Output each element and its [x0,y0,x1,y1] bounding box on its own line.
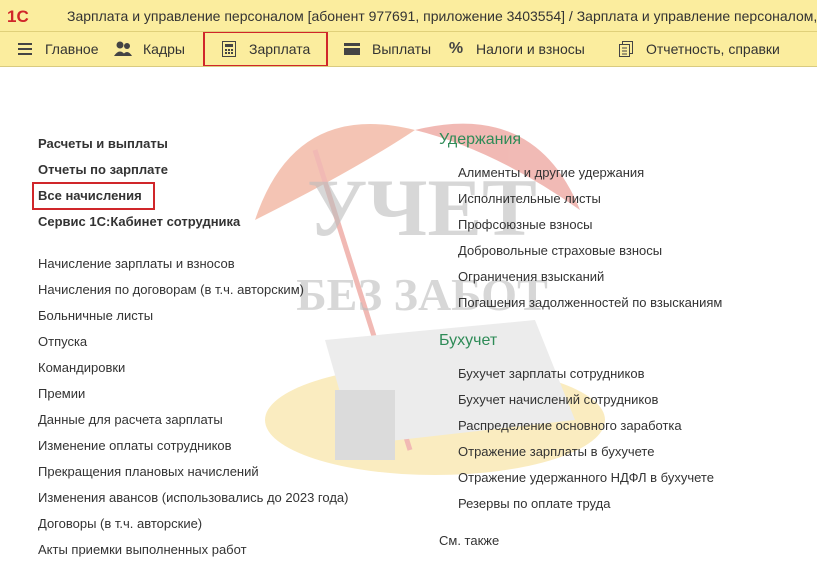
link-payroll-accrual[interactable]: Начисление зарплаты и взносов [38,256,235,272]
link-contract-accruals[interactable]: Начисления по договорам (в т.ч. авторски… [38,282,304,298]
app-logo[interactable]: 1С [7,6,39,26]
link-payroll-data[interactable]: Данные для расчета зарплаты [38,412,223,428]
section-panel: Главное Кадры Зарплата Выплаты % Налоги … [0,32,817,67]
calculator-icon [219,39,239,59]
section-reports-label: Отчетность, справки [646,41,780,57]
heading-deductions: Удержания [439,131,522,148]
link-union-fees[interactable]: Профсоюзные взносы [458,217,592,233]
percent-icon: % [448,40,464,57]
link-sick-leaves[interactable]: Больничные листы [38,308,153,324]
link-acceptance-acts[interactable]: Акты приемки выполненных работ [38,542,247,558]
link-business-trips[interactable]: Командировки [38,360,125,376]
link-bonuses[interactable]: Премии [38,386,85,402]
link-pay-changes[interactable]: Изменение оплаты сотрудников [38,438,232,454]
link-contracts[interactable]: Договоры (в т.ч. авторские) [38,516,202,532]
link-ndfl-posting[interactable]: Отражение удержанного НДФЛ в бухучете [458,470,714,486]
link-planned-accrual-stops[interactable]: Прекращения плановых начислений [38,464,259,480]
link-voluntary-insurance[interactable]: Добровольные страховые взносы [458,243,662,259]
section-reports[interactable]: Отчетность, справки [616,32,796,66]
heading-accounting: Бухучет [439,332,498,349]
link-labor-reserves[interactable]: Резервы по оплате труда [458,496,610,512]
svg-text:1С: 1С [7,7,29,26]
section-payments-label: Выплаты [372,41,432,57]
link-employee-salary-accounting[interactable]: Бухучет зарплаты сотрудников [458,366,644,382]
menu-lines-icon [15,39,35,59]
section-taxes-label: Налоги и взносы [476,41,585,57]
section-salary-label: Зарплата [249,41,311,57]
link-salary-posting[interactable]: Отражение зарплаты в бухучете [458,444,654,460]
section-main-label: Главное [45,41,99,57]
window-title: Зарплата и управление персоналом [абонен… [67,7,817,24]
link-employee-accrual-accounting[interactable]: Бухучет начислений сотрудников [458,392,658,408]
link-debt-repayments[interactable]: Погашения задолженностей по взысканиям [458,295,722,311]
link-salary-reports[interactable]: Отчеты по зарплате [38,162,168,178]
link-advance-changes[interactable]: Изменения авансов (использовались до 202… [38,490,348,506]
documents-icon [616,39,636,59]
section-hr-label: Кадры [143,41,185,57]
link-vacations[interactable]: Отпуска [38,334,87,350]
card-icon [342,39,362,59]
section-salary[interactable]: Зарплата [203,32,328,66]
section-payments[interactable]: Выплаты [328,32,446,66]
section-main[interactable]: Главное [0,32,113,66]
link-calculations-payments[interactable]: Расчеты и выплаты [38,136,168,152]
link-collection-limits[interactable]: Ограничения взысканий [458,269,604,285]
section-taxes[interactable]: % Налоги и взносы [446,32,616,66]
people-icon [113,39,133,59]
title-bar: 1С Зарплата и управление персоналом [або… [0,0,817,32]
link-writs[interactable]: Исполнительные листы [458,191,601,207]
link-all-accruals[interactable]: Все начисления [38,188,142,204]
link-earnings-distribution[interactable]: Распределение основного заработка [458,418,682,434]
link-employee-cabinet[interactable]: Сервис 1С:Кабинет сотрудника [38,214,240,230]
link-alimony[interactable]: Алименты и другие удержания [458,165,644,181]
link-see-also[interactable]: См. также [439,533,499,549]
section-hr[interactable]: Кадры [113,32,203,66]
